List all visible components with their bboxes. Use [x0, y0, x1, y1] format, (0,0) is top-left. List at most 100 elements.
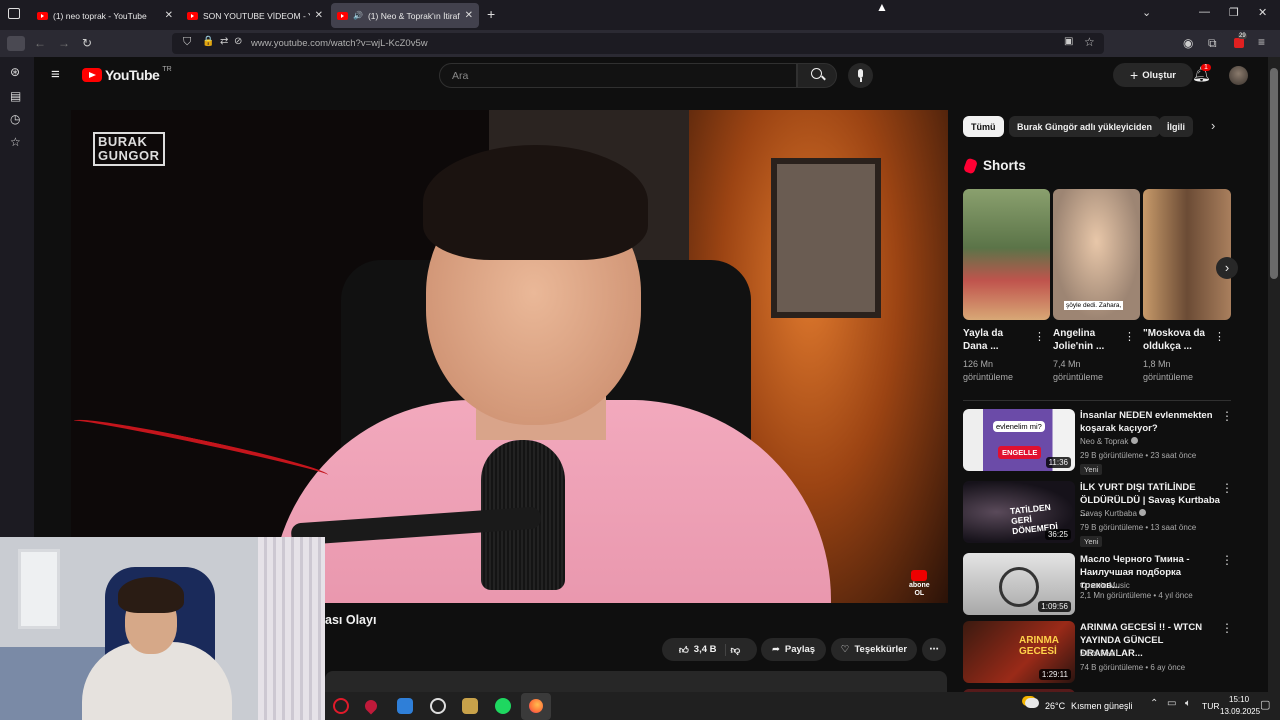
- video-background-frame: [771, 158, 881, 318]
- close-tab-icon[interactable]: ✕: [165, 10, 173, 21]
- create-button[interactable]: + Oluştur: [1113, 63, 1193, 87]
- weather-icon[interactable]: [1025, 698, 1039, 708]
- short-menu-icon[interactable]: ⋮: [1124, 330, 1135, 343]
- short-menu-icon[interactable]: ⋮: [1214, 330, 1225, 343]
- ai-chatbot-icon[interactable]: ⊛: [10, 65, 20, 79]
- clock-time[interactable]: 15:10: [1229, 695, 1249, 704]
- short-title-3[interactable]: "Moskova da oldukça ...: [1143, 327, 1217, 353]
- share-button[interactable]: ➦ Paylaş: [761, 638, 826, 661]
- minimize-icon[interactable]: —: [1199, 6, 1210, 18]
- forward-icon[interactable]: →: [58, 36, 70, 50]
- recommended-video-1[interactable]: evlenelim mi? ENGELLE 11:36 İnsanlar NED…: [963, 409, 1268, 475]
- history-icon[interactable]: ◷: [10, 112, 20, 126]
- video-menu-icon[interactable]: ⋮: [1221, 553, 1233, 567]
- thumbnail-block-text: ENGELLE: [998, 446, 1042, 459]
- shield-icon[interactable]: ⛉: [183, 36, 191, 49]
- hamburger-menu-icon[interactable]: ≡: [51, 66, 60, 83]
- back-icon[interactable]: ←: [34, 36, 46, 50]
- webcam-overlay: [0, 537, 325, 720]
- recommended-video-4[interactable]: ARINMA GECESİ 1:29:11 ARINMA GECESİ !! -…: [963, 621, 1268, 685]
- youtube-logo[interactable]: YouTube TR: [82, 66, 172, 83]
- search-button[interactable]: [797, 63, 837, 88]
- tray-chevron-icon[interactable]: ⌃: [1150, 698, 1158, 709]
- lock-icon[interactable]: 🔒: [202, 36, 214, 47]
- subscribe-watermark[interactable]: abone OL: [909, 570, 930, 598]
- new-tab-icon[interactable]: +: [487, 6, 495, 22]
- channel-name: wtcN Kesit: [1080, 649, 1118, 658]
- chip-next-chevron-icon[interactable]: ›: [1211, 118, 1215, 133]
- app-menu-icon[interactable]: ≡: [1258, 35, 1265, 49]
- recommended-video-3[interactable]: 1:09:56 Масло Черного Тмина - Наилучшая …: [963, 553, 1268, 617]
- thanks-button[interactable]: ♡ Teşekkürler: [831, 638, 917, 661]
- maximize-icon[interactable]: ❐: [1229, 6, 1239, 19]
- verified-icon: [1139, 509, 1147, 516]
- input-language[interactable]: TUR: [1202, 701, 1219, 711]
- chip-related[interactable]: İlgili: [1159, 116, 1193, 137]
- no-tracking-icon[interactable]: ⊘: [234, 36, 242, 47]
- short-thumbnail-3[interactable]: [1143, 189, 1231, 320]
- video-thumbnail: 1:09:56: [963, 553, 1075, 615]
- bookmarks-icon[interactable]: ☆: [10, 135, 21, 149]
- scrollbar-thumb[interactable]: [1270, 68, 1278, 279]
- short-title-2[interactable]: Angelina Jolie'nin ...: [1053, 327, 1127, 353]
- video-duration: 11:36: [1045, 457, 1071, 468]
- short-title-1[interactable]: Yayla da Dana ...: [963, 327, 1037, 353]
- voice-search-button[interactable]: [848, 63, 873, 88]
- thumbs-down-icon[interactable]: 👎︎: [731, 644, 741, 656]
- chip-all[interactable]: Tümü: [963, 116, 1004, 137]
- more-actions-button[interactable]: ⋯: [922, 638, 946, 661]
- close-window-icon[interactable]: ✕: [1258, 6, 1267, 19]
- chip-from-uploader[interactable]: Burak Güngör adlı yükleyiciden: [1009, 116, 1161, 137]
- speed-app-icon[interactable]: [430, 698, 446, 714]
- weather-temp[interactable]: 26°C: [1045, 701, 1065, 711]
- url-bar[interactable]: ⛉ 🔒 ⇄ ⊘ www.youtube.com/watch?v=wjL-KcZ0…: [172, 33, 1104, 54]
- video-menu-icon[interactable]: ⋮: [1221, 621, 1233, 635]
- browser-tab-2[interactable]: SON YOUTUBE VİDEOM - YouTube ✕: [181, 3, 329, 28]
- synced-tabs-icon[interactable]: ▤: [10, 89, 21, 103]
- recommended-video-2[interactable]: TATİLDEN GERİ DÖNEMEDİ 36:25 İLK YURT DI…: [963, 481, 1268, 547]
- close-tab-icon[interactable]: ✕: [465, 10, 473, 21]
- short-thumbnail-2[interactable]: şöyle dedi. Zahara,: [1053, 189, 1140, 320]
- video-menu-icon[interactable]: ⋮: [1221, 409, 1233, 423]
- shorts-next-chevron-icon[interactable]: ›: [1216, 257, 1238, 279]
- channel-name: Neo & Toprak: [1080, 437, 1138, 446]
- webcam-curtain: [258, 537, 325, 720]
- account-icon[interactable]: ◉: [1183, 36, 1193, 50]
- tab-list-icon[interactable]: [8, 8, 20, 19]
- short-thumbnail-1[interactable]: [963, 189, 1050, 320]
- avatar[interactable]: [1229, 66, 1248, 85]
- notification-center-icon[interactable]: ▢: [1260, 698, 1270, 711]
- volume-icon[interactable]: 🔈︎: [1185, 698, 1191, 709]
- spotify-icon[interactable]: [495, 698, 511, 714]
- short-caption: şöyle dedi. Zahara,: [1064, 301, 1124, 310]
- youtube-favicon-icon: [187, 11, 198, 20]
- sidebar-toggle-icon[interactable]: [7, 36, 25, 51]
- like-button[interactable]: 👍︎ 3,4 B: [679, 643, 726, 656]
- page-scrollbar[interactable]: [1268, 57, 1280, 692]
- window-app-icon[interactable]: [397, 698, 413, 714]
- league-icon[interactable]: [462, 698, 478, 714]
- speaker-icon[interactable]: 🔊: [353, 11, 363, 20]
- permissions-icon[interactable]: ⇄: [220, 36, 228, 47]
- video-thumbnail: ARINMA GECESİ 1:29:11: [963, 621, 1075, 683]
- clock-date[interactable]: 13.09.2025: [1220, 707, 1260, 716]
- opera-icon[interactable]: [333, 698, 349, 714]
- video-thumbnail: TATİLDEN GERİ DÖNEMEDİ 36:25: [963, 481, 1075, 543]
- reader-view-icon[interactable]: ▣: [1064, 36, 1073, 47]
- tab-overflow-chevron-icon[interactable]: ⌄: [1142, 6, 1151, 19]
- search-input[interactable]: Ara: [439, 63, 797, 88]
- browser-tab-1[interactable]: (1) neo toprak - YouTube ✕: [31, 3, 179, 28]
- url-text[interactable]: www.youtube.com/watch?v=wjL-KcZ0v5w: [251, 38, 428, 49]
- short-menu-icon[interactable]: ⋮: [1034, 330, 1045, 343]
- video-player[interactable]: BURAK GUNGOR abone OL: [71, 110, 948, 603]
- browser-tab-3-active[interactable]: 🔊 (1) Neo & Toprak'ın İtirafları ✕: [331, 3, 479, 28]
- reload-icon[interactable]: ↻: [82, 36, 92, 50]
- video-menu-icon[interactable]: ⋮: [1221, 481, 1233, 495]
- bookmark-star-icon[interactable]: ☆: [1084, 35, 1095, 49]
- video-meta: 79 B görüntüleme • 13 saat önce: [1080, 523, 1197, 532]
- close-tab-icon[interactable]: ✕: [315, 10, 323, 21]
- extensions-icon[interactable]: ⧉: [1208, 36, 1217, 51]
- addon-icon[interactable]: [1234, 38, 1244, 48]
- weather-desc[interactable]: Kısmen güneşli: [1071, 701, 1133, 711]
- network-icon[interactable]: ▭: [1167, 698, 1176, 709]
